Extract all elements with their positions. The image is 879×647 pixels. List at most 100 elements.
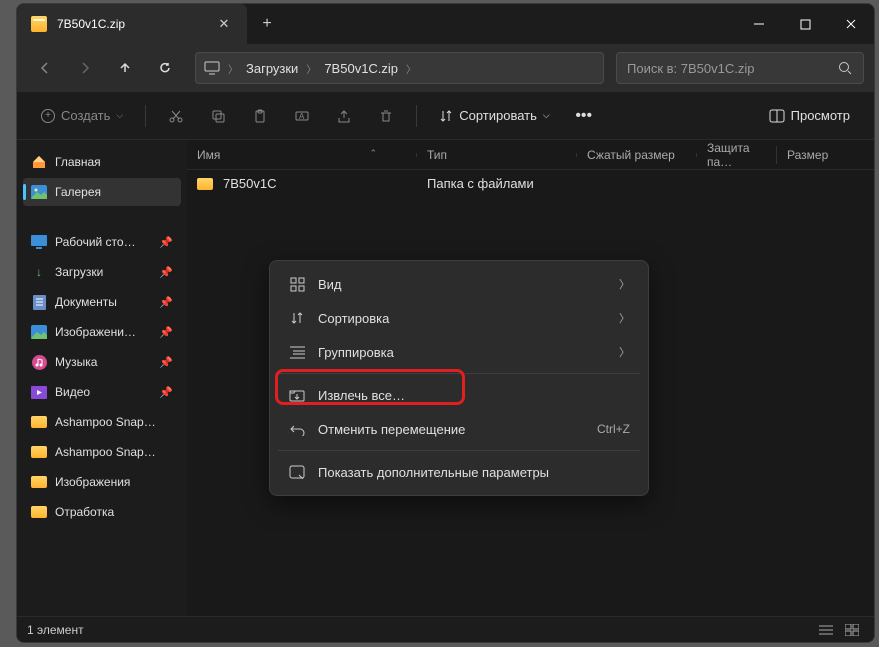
sidebar-item-gallery[interactable]: Галерея xyxy=(23,178,181,206)
ctx-undo[interactable]: Отменить перемещение Ctrl+Z xyxy=(276,412,642,446)
separator xyxy=(278,450,640,451)
view-button[interactable]: Просмотр xyxy=(759,102,860,129)
search-icon xyxy=(838,61,853,76)
column-headers: Имя ⌃ Тип Сжатый размер Защита па… Разме… xyxy=(187,140,874,170)
tab-close-icon[interactable]: ✕ xyxy=(215,16,233,32)
pin-icon: 📌 xyxy=(159,356,173,369)
divider xyxy=(416,105,417,127)
sidebar-item-folder[interactable]: Отработка xyxy=(23,498,181,526)
more-options-icon xyxy=(288,463,306,481)
sidebar-item-downloads[interactable]: ↓ Загрузки 📌 xyxy=(23,258,181,286)
ctx-sort[interactable]: Сортировка 〉 xyxy=(276,301,642,335)
more-button[interactable]: ••• xyxy=(566,98,602,134)
chevron-down-icon: ⌵ xyxy=(116,110,123,121)
sidebar-item-music[interactable]: Музыка 📌 xyxy=(23,348,181,376)
back-button[interactable] xyxy=(27,50,63,86)
sort-button[interactable]: Сортировать ⌵ xyxy=(429,102,560,129)
ctx-extract-all[interactable]: Извлечь все… xyxy=(276,378,642,412)
new-tab-button[interactable]: + xyxy=(247,4,287,44)
ctx-view[interactable]: Вид 〉 xyxy=(276,267,642,301)
chevron-right-icon: 〉 xyxy=(228,61,238,76)
desktop-icon xyxy=(31,234,47,250)
pin-icon: 📌 xyxy=(159,236,173,249)
ctx-group[interactable]: Группировка 〉 xyxy=(276,335,642,369)
sort-icon xyxy=(439,109,453,123)
column-size[interactable]: Размер xyxy=(777,148,874,162)
view-icon xyxy=(769,109,785,123)
video-icon xyxy=(31,384,47,400)
breadcrumb-part[interactable]: Загрузки xyxy=(246,61,298,76)
column-protected[interactable]: Защита па… xyxy=(697,141,777,169)
pin-icon: 📌 xyxy=(159,386,173,399)
search-input[interactable]: Поиск в: 7B50v1C.zip xyxy=(616,52,864,84)
column-type[interactable]: Тип xyxy=(417,148,577,162)
sidebar-item-folder[interactable]: Ashampoo Snap… xyxy=(23,438,181,466)
folder-icon xyxy=(31,504,47,520)
chevron-right-icon: 〉 xyxy=(406,61,416,76)
chevron-right-icon: 〉 xyxy=(306,61,316,76)
details-view-button[interactable] xyxy=(814,620,838,640)
music-icon xyxy=(31,354,47,370)
shortcut: Ctrl+Z xyxy=(597,422,630,436)
breadcrumb-part[interactable]: 7B50v1C.zip xyxy=(324,61,398,76)
column-name[interactable]: Имя ⌃ xyxy=(187,148,417,162)
rename-button[interactable]: A xyxy=(284,98,320,134)
maximize-button[interactable] xyxy=(782,4,828,44)
context-menu: Вид 〉 Сортировка 〉 Группировка 〉 Извлечь… xyxy=(269,260,649,496)
file-row[interactable]: 7B50v1C Папка с файлами xyxy=(187,170,874,197)
delete-button[interactable] xyxy=(368,98,404,134)
sort-label: Сортировать xyxy=(459,108,537,123)
gallery-icon xyxy=(31,184,47,200)
folder-icon xyxy=(31,414,47,430)
minimize-button[interactable] xyxy=(736,4,782,44)
chevron-right-icon: 〉 xyxy=(619,276,630,292)
sidebar-item-documents[interactable]: Документы 📌 xyxy=(23,288,181,316)
sidebar-item-desktop[interactable]: Рабочий сто… 📌 xyxy=(23,228,181,256)
statusbar: 1 элемент xyxy=(17,616,874,642)
row-type: Папка с файлами xyxy=(427,176,587,191)
pin-icon: 📌 xyxy=(159,266,173,279)
undo-icon xyxy=(288,420,306,438)
status-count: 1 элемент xyxy=(27,623,84,637)
view-icon xyxy=(288,275,306,293)
chevron-right-icon: 〉 xyxy=(619,310,630,326)
create-button[interactable]: + Создать ⌵ xyxy=(31,102,133,129)
sort-icon xyxy=(288,309,306,327)
sidebar-item-folder[interactable]: Ashampoo Snap… xyxy=(23,408,181,436)
extract-icon xyxy=(288,386,306,404)
forward-button[interactable] xyxy=(67,50,103,86)
sidebar: Главная Галерея Рабочий сто… 📌 ↓ Загрузк… xyxy=(17,140,187,616)
up-button[interactable] xyxy=(107,50,143,86)
sidebar-item-videos[interactable]: Видео 📌 xyxy=(23,378,181,406)
share-button[interactable] xyxy=(326,98,362,134)
sidebar-item-pictures[interactable]: Изображени… 📌 xyxy=(23,318,181,346)
sidebar-item-folder[interactable]: Изображения xyxy=(23,468,181,496)
folder-icon xyxy=(31,444,47,460)
nav-toolbar: 〉 Загрузки 〉 7B50v1C.zip 〉 Поиск в: 7B50… xyxy=(17,44,874,92)
breadcrumb[interactable]: 〉 Загрузки 〉 7B50v1C.zip 〉 xyxy=(195,52,604,84)
ctx-more-options[interactable]: Показать дополнительные параметры xyxy=(276,455,642,489)
tab[interactable]: 7B50v1C.zip ✕ xyxy=(17,4,247,44)
icons-view-button[interactable] xyxy=(840,620,864,640)
cut-button[interactable] xyxy=(158,98,194,134)
sidebar-item-home[interactable]: Главная xyxy=(23,148,181,176)
separator xyxy=(278,373,640,374)
copy-button[interactable] xyxy=(200,98,236,134)
monitor-icon xyxy=(204,61,220,75)
pin-icon: 📌 xyxy=(159,326,173,339)
pin-icon: 📌 xyxy=(159,296,173,309)
refresh-button[interactable] xyxy=(147,50,183,86)
group-icon xyxy=(288,343,306,361)
view-label: Просмотр xyxy=(791,108,850,123)
paste-button[interactable] xyxy=(242,98,278,134)
titlebar: 7B50v1C.zip ✕ + xyxy=(17,4,874,44)
chevron-right-icon: 〉 xyxy=(619,344,630,360)
plus-icon: + xyxy=(41,109,55,123)
divider xyxy=(145,105,146,127)
chevron-down-icon: ⌵ xyxy=(543,110,550,121)
create-label: Создать xyxy=(61,108,110,123)
close-button[interactable] xyxy=(828,4,874,44)
row-name: 7B50v1C xyxy=(223,176,276,191)
column-compressed[interactable]: Сжатый размер xyxy=(577,148,697,162)
svg-text:A: A xyxy=(299,112,305,121)
